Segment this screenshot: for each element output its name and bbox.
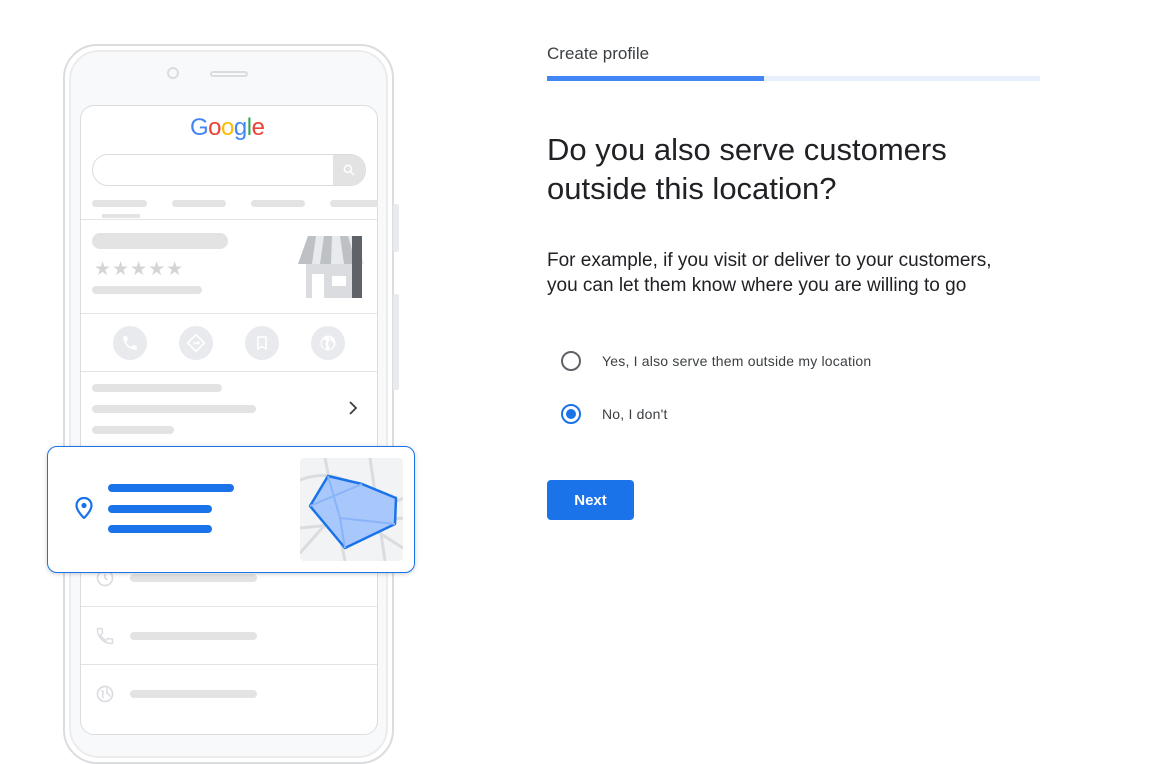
google-logo-letter: o <box>208 114 222 141</box>
placeholder-tab <box>172 200 226 207</box>
placeholder-line <box>92 384 222 392</box>
google-logo-letter: e <box>251 114 265 141</box>
option-no[interactable]: No, I don't <box>561 404 668 424</box>
placeholder-tab <box>251 200 305 207</box>
progress-bar <box>547 76 764 81</box>
radio-button-yes[interactable] <box>561 351 581 371</box>
divider <box>81 313 377 314</box>
description-line: you can let them know where you are will… <box>547 275 967 296</box>
storefront-icon <box>298 236 364 298</box>
google-logo-letter: g <box>233 114 247 141</box>
chevron-right-icon <box>346 400 360 421</box>
placeholder-line <box>92 286 202 294</box>
globe-icon <box>311 326 345 360</box>
phone-icon <box>113 326 147 360</box>
placeholder-line <box>130 574 257 582</box>
description: For example, if you visit or deliver to … <box>547 248 1047 298</box>
card-line <box>108 505 212 513</box>
divider <box>81 664 377 665</box>
phone-volume-button <box>393 294 399 390</box>
option-label: Yes, I also serve them outside my locati… <box>602 353 872 369</box>
phone-camera <box>167 67 179 79</box>
option-yes[interactable]: Yes, I also serve them outside my locati… <box>561 351 871 371</box>
radio-button-no[interactable] <box>561 404 581 424</box>
active-tab-indicator <box>102 214 140 218</box>
directions-icon <box>179 326 213 360</box>
globe-icon <box>95 684 115 709</box>
divider <box>81 219 377 220</box>
placeholder-line <box>92 405 256 413</box>
card-line <box>108 525 212 533</box>
placeholder-tab <box>330 200 378 207</box>
page-title-line: Do you also serve customers <box>547 132 947 167</box>
bookmark-icon <box>245 326 279 360</box>
divider <box>81 371 377 372</box>
step-label: Create profile <box>547 44 650 63</box>
page-title-line: outside this location? <box>547 171 837 206</box>
option-label: No, I don't <box>602 406 668 422</box>
description-line: For example, if you visit or deliver to … <box>547 250 992 271</box>
placeholder-line <box>130 690 257 698</box>
next-button[interactable]: Next <box>547 480 634 520</box>
placeholder-tab <box>92 200 147 207</box>
placeholder-line <box>130 632 257 640</box>
rating-stars: ★★★★★ <box>94 259 185 280</box>
page-title: Do you also serve customers outside this… <box>547 130 1027 208</box>
phone-side-button <box>393 204 399 252</box>
card-line <box>108 484 234 492</box>
phone-speaker <box>210 71 248 77</box>
google-logo: Google <box>190 114 265 142</box>
mock-search-box <box>92 154 366 186</box>
placeholder-title <box>92 233 228 249</box>
location-pin-icon <box>75 496 93 524</box>
placeholder-line <box>92 426 174 434</box>
divider <box>81 606 377 607</box>
phone-icon <box>95 626 115 651</box>
service-area-map <box>300 458 403 561</box>
google-logo-letter: o <box>221 114 234 141</box>
search-icon <box>333 155 365 185</box>
google-logo-letter: G <box>190 114 209 141</box>
